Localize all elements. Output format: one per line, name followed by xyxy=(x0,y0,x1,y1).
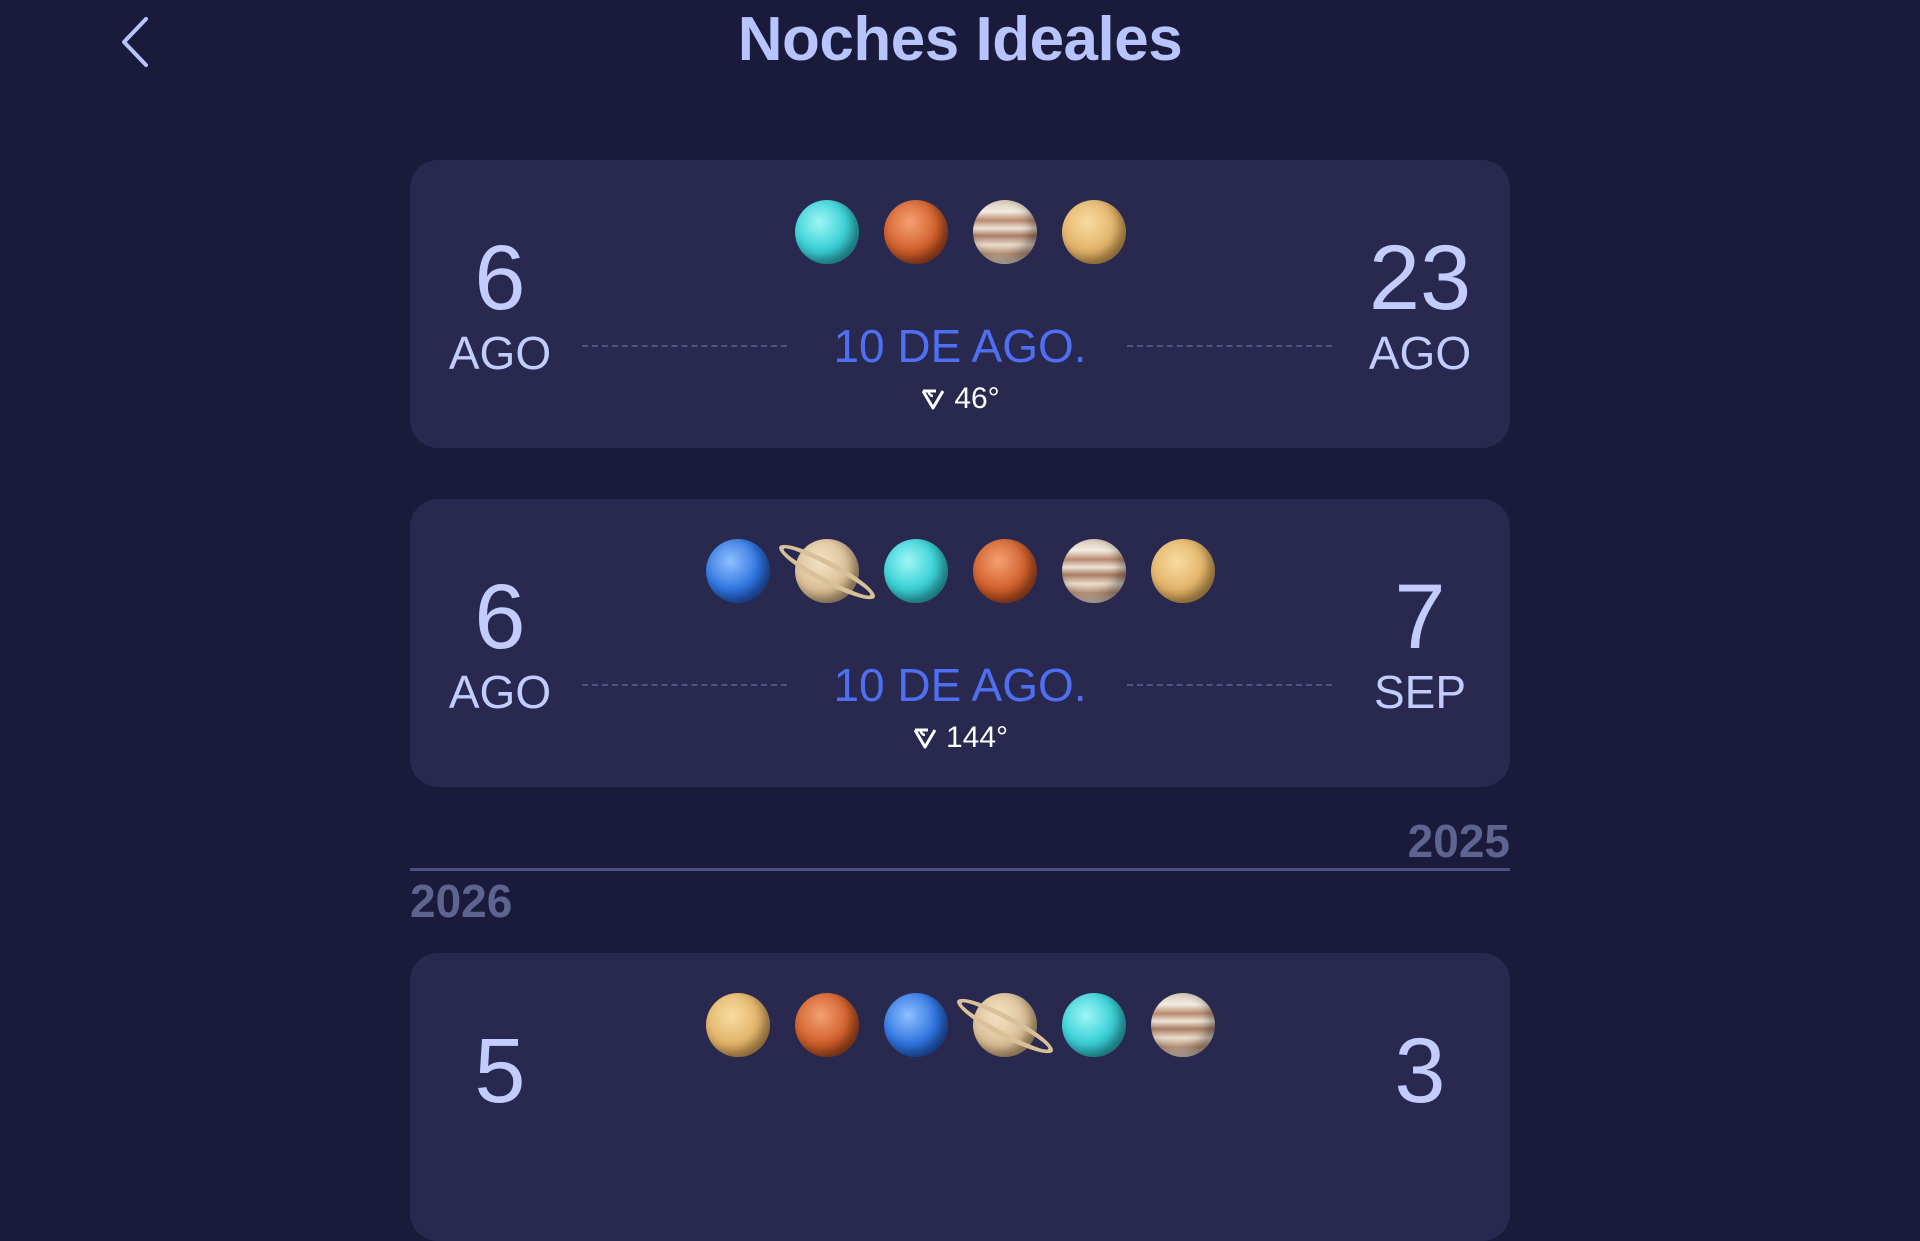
end-day: 3 xyxy=(1394,1020,1446,1122)
venus-icon xyxy=(705,993,770,1057)
end-month: SEP xyxy=(1373,666,1467,718)
end-date: 3 xyxy=(1345,1023,1495,1119)
jupiter-icon xyxy=(972,200,1037,264)
neptune-icon xyxy=(705,539,770,603)
neptune-icon xyxy=(883,993,948,1057)
start-date: 5 xyxy=(425,1023,575,1119)
angle-info: 46° xyxy=(410,382,1510,416)
uranus-icon xyxy=(794,200,859,264)
header: Noches Ideales xyxy=(0,0,1920,110)
angle-icon xyxy=(922,389,945,410)
uranus-icon xyxy=(1061,993,1126,1057)
mars-icon xyxy=(972,539,1037,603)
angle-info: 144° xyxy=(410,721,1510,755)
page-title: Noches Ideales xyxy=(737,5,1183,74)
end-month: AGO xyxy=(1368,327,1472,379)
end-date: 7 SEP xyxy=(1345,569,1495,715)
mars-icon xyxy=(883,200,948,264)
angle-value: 144° xyxy=(945,721,1009,754)
dotted-divider-right xyxy=(1127,684,1332,686)
end-date: 23 AGO xyxy=(1345,230,1495,376)
night-card[interactable]: 6 AGO 10 DE AGO. 7 SEP 144° xyxy=(410,499,1510,787)
end-day: 7 xyxy=(1394,566,1446,668)
venus-icon xyxy=(1150,539,1215,603)
start-day: 5 xyxy=(474,1020,526,1122)
start-day: 6 xyxy=(474,227,526,329)
saturn-icon xyxy=(773,536,880,608)
angle-value: 46° xyxy=(954,382,1000,415)
end-day: 23 xyxy=(1368,227,1472,329)
venus-icon xyxy=(1061,200,1126,264)
start-day: 6 xyxy=(474,566,526,668)
angle-icon xyxy=(913,728,937,749)
year-label-next: 2026 xyxy=(410,875,513,927)
jupiter-icon xyxy=(1061,539,1126,603)
saturn-icon xyxy=(951,990,1058,1062)
mars-icon xyxy=(794,993,859,1057)
year-label-previous: 2025 xyxy=(1407,815,1510,867)
night-card[interactable]: 6 AGO 10 DE AGO. 23 AGO 46° xyxy=(410,160,1510,448)
jupiter-icon xyxy=(1150,993,1215,1057)
year-divider-line xyxy=(410,868,1510,871)
dotted-divider-right xyxy=(1127,345,1332,347)
uranus-icon xyxy=(883,539,948,603)
night-card[interactable]: 5 3 xyxy=(410,953,1510,1241)
